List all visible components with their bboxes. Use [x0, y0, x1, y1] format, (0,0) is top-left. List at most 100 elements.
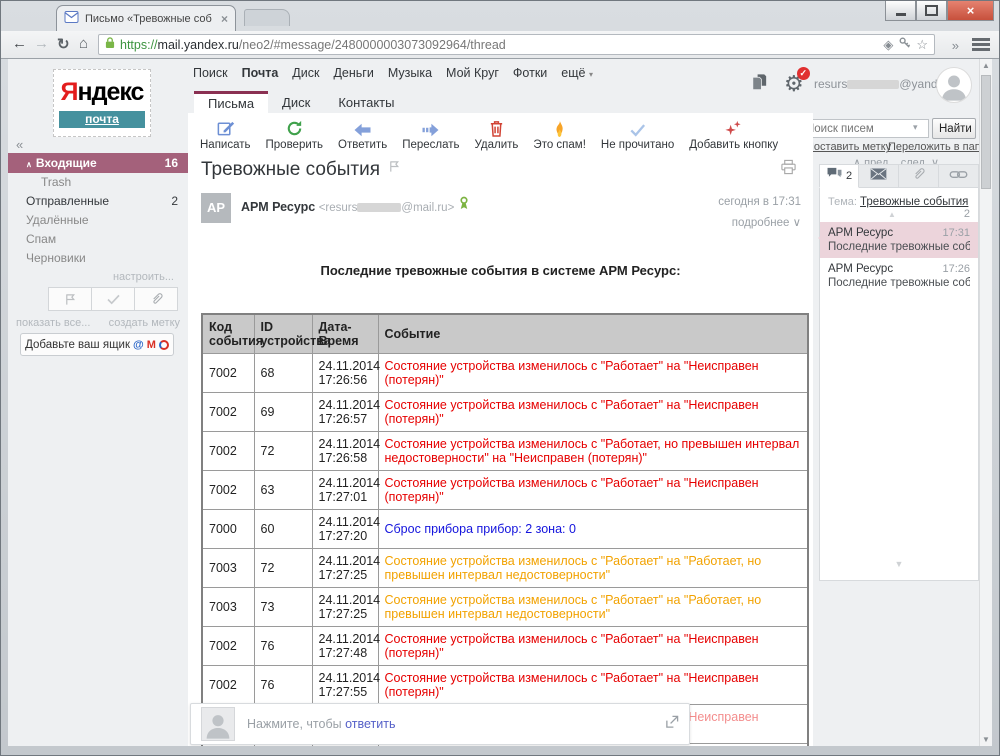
mailru-icon: @	[133, 339, 144, 351]
thread-tab-links[interactable]	[939, 164, 979, 188]
reply-avatar	[201, 707, 235, 741]
folder-list: ∧Входящие16TrashОтправленные2УдалённыеСп…	[8, 153, 188, 268]
rambler-icon	[159, 340, 169, 350]
nav-item-Деньги[interactable]: Деньги	[333, 66, 373, 80]
yandex-logo[interactable]: Яндекс почта	[53, 69, 151, 137]
maximize-button[interactable]	[916, 1, 947, 21]
refresh-icon	[285, 118, 304, 138]
redacted-text	[357, 203, 401, 212]
pages-icon[interactable]	[750, 73, 769, 96]
toolbar-Это спам![interactable]: Это спам!	[533, 118, 585, 151]
nav-item-Музыка[interactable]: Музыка	[388, 66, 432, 80]
show-all-link[interactable]: показать все...	[16, 317, 90, 329]
https-lock-icon	[105, 36, 115, 54]
search-input[interactable]	[799, 119, 929, 138]
trash-icon	[488, 118, 505, 138]
url-text: https://mail.yandex.ru/neo2/#message/248…	[120, 38, 878, 52]
scroll-up-icon[interactable]: ▲	[980, 61, 992, 70]
nav-item-Поиск[interactable]: Поиск	[193, 66, 228, 80]
nav-item-Мой Круг[interactable]: Мой Круг	[446, 66, 499, 80]
compose-icon	[216, 118, 235, 138]
move-to-folder-link[interactable]: Переложить в папку	[888, 141, 991, 153]
table-header: Событие	[378, 314, 808, 354]
minimize-button[interactable]	[885, 1, 916, 21]
attachment-filter-button[interactable]	[135, 288, 177, 310]
toolbar-Переслать[interactable]: Переслать	[402, 118, 459, 151]
table-row: 70027224.11.201417:26:58Состояние устрой…	[202, 432, 808, 471]
url-field[interactable]: https://mail.yandex.ru/neo2/#message/248…	[98, 34, 935, 55]
flag-filter-button[interactable]	[49, 288, 92, 310]
flag-icon[interactable]	[388, 157, 401, 178]
add-mailbox-button[interactable]: Добавьте ваш ящик @ M	[20, 333, 174, 356]
table-row: 70027624.11.201417:27:55Состояние устрой…	[202, 666, 808, 705]
toolbar-Добавить кнопку[interactable]: Добавить кнопку	[689, 118, 778, 151]
sidebar-collapse-button[interactable]: «	[16, 137, 23, 152]
nav-item-Фотки[interactable]: Фотки	[513, 66, 547, 80]
search-dropdown-icon[interactable]: ▾	[913, 122, 918, 133]
reload-button[interactable]: ↻	[57, 35, 70, 53]
thread-tab-attachments[interactable]	[899, 164, 939, 188]
home-button[interactable]: ⌂	[79, 35, 88, 52]
settings-gear-icon[interactable]: ⚙✓	[784, 71, 804, 97]
toolbar-Написать[interactable]: Написать	[200, 118, 251, 151]
folder-Входящие[interactable]: ∧Входящие16	[8, 153, 188, 173]
folder-Trash[interactable]: Trash	[8, 173, 188, 192]
message-title: Тревожные события	[201, 157, 401, 181]
message-date: сегодня в 17:31	[718, 196, 801, 208]
reply-box[interactable]: Нажмите, чтобы ответить	[190, 703, 690, 745]
close-button[interactable]: ×	[947, 1, 994, 21]
browser-menu-icon[interactable]	[972, 38, 990, 53]
reply-prompt[interactable]: Нажмите, чтобы ответить	[247, 717, 653, 731]
toolbar-Не прочитано[interactable]: Не прочитано	[601, 118, 674, 151]
back-button[interactable]: ←	[12, 35, 27, 52]
page-scrollbar[interactable]: ▲ ▼	[979, 59, 992, 746]
thread-item[interactable]: 17:26АРМ РесурсПоследние тревожные событ…	[820, 258, 978, 294]
reply-icon	[352, 118, 373, 138]
scroll-down-icon[interactable]: ▼	[980, 735, 992, 744]
toolbar-Ответить[interactable]: Ответить	[338, 118, 387, 151]
toolbar-Проверить[interactable]: Проверить	[266, 118, 324, 151]
configure-link[interactable]: настроить...	[113, 271, 174, 283]
extension-icon[interactable]: ◈	[883, 37, 893, 53]
bookmark-star-icon[interactable]: ☆	[916, 37, 928, 53]
sender-avatar: АР	[201, 193, 231, 223]
create-label-link[interactable]: создать метку	[109, 317, 180, 329]
find-button[interactable]: Найти	[932, 118, 976, 139]
read-filter-button[interactable]	[92, 288, 135, 310]
filter-buttons	[48, 287, 178, 311]
account-avatar[interactable]	[936, 67, 972, 103]
toolbar-Удалить[interactable]: Удалить	[475, 118, 519, 151]
table-header: ID устройства	[254, 314, 312, 354]
chain-icon	[949, 167, 968, 185]
expand-compose-icon[interactable]	[665, 715, 679, 734]
overflow-chevron-icon[interactable]: »	[952, 38, 959, 53]
browser-tab[interactable]: Письмо «Тревожные соб ×	[56, 5, 236, 31]
tab-title: Письмо «Тревожные соб	[85, 13, 215, 25]
scroll-down-caret-icon[interactable]: ▼	[819, 559, 979, 569]
collapse-caret-icon[interactable]: ▲	[820, 210, 978, 222]
folder-Отправленные[interactable]: Отправленные2	[8, 192, 188, 211]
gmail-icon: M	[147, 339, 156, 351]
folder-Черновики[interactable]: Черновики	[8, 249, 188, 268]
thread-tab-messages[interactable]: 2	[819, 164, 859, 188]
set-label-link[interactable]: Поставить метку	[806, 141, 891, 153]
scrollbar-thumb[interactable]	[981, 75, 991, 189]
print-icon[interactable]	[780, 159, 797, 180]
envelope-icon	[870, 167, 887, 185]
reply-link[interactable]: ответить	[345, 717, 395, 731]
nav-item-ещё[interactable]: ещё ▾	[561, 66, 607, 80]
thread-item[interactable]: 17:31АРМ РесурсПоследние тревожные событ…	[820, 222, 978, 258]
thread-topic-link[interactable]: Тревожные события	[860, 196, 968, 208]
key-icon[interactable]	[898, 36, 911, 54]
table-row: 70026824.11.201417:26:56Состояние устрой…	[202, 354, 808, 393]
folder-Удалённые[interactable]: Удалённые	[8, 211, 188, 230]
forward-button[interactable]: →	[34, 35, 49, 52]
folder-Спам[interactable]: Спам	[8, 230, 188, 249]
nav-item-Диск[interactable]: Диск	[292, 66, 319, 80]
nav-item-Почта[interactable]: Почта	[242, 66, 279, 80]
thread-tab-mail[interactable]	[859, 164, 899, 188]
new-tab-button[interactable]	[244, 9, 290, 26]
sidebar: Яндекс почта « ∧Входящие16TrashОтправлен…	[8, 59, 188, 746]
details-link[interactable]: подробнее ∨	[732, 215, 801, 229]
tab-close-icon[interactable]: ×	[221, 14, 228, 24]
